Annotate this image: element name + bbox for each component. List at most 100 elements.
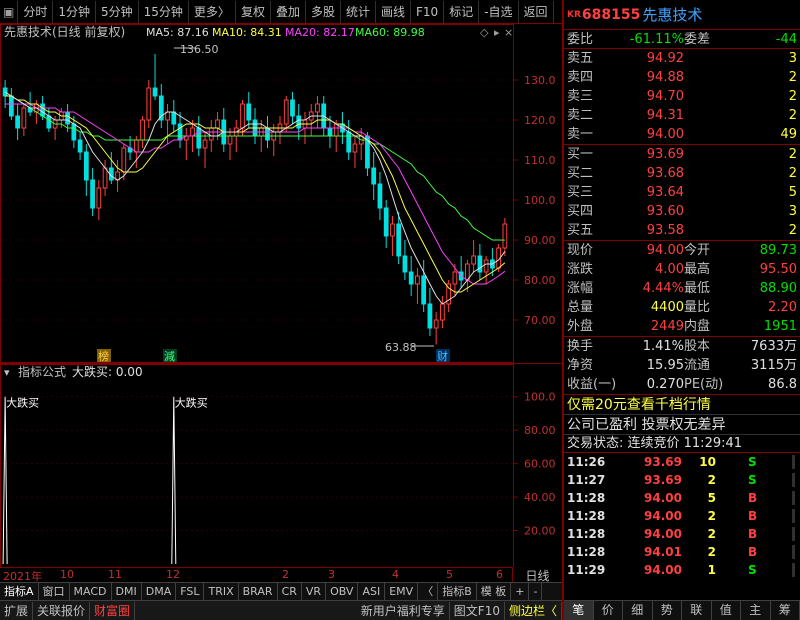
tab-template[interactable]: 模 板 [477, 583, 512, 600]
ask-row[interactable]: 卖二 94.31 2 [564, 106, 800, 125]
quote-tab[interactable]: 势 [653, 601, 682, 620]
tb-fenshi[interactable]: 分时 [18, 0, 54, 23]
period-selector[interactable]: 日线 [512, 567, 562, 583]
tb-1min[interactable]: 1分钟 [53, 0, 96, 23]
quote-tab[interactable]: 价 [594, 601, 623, 620]
trade-volume: 2 [707, 545, 716, 559]
ask-price: 94.31 [646, 108, 684, 123]
tb-5min[interactable]: 5分钟 [96, 0, 139, 23]
marker-cai[interactable]: 财 [437, 349, 448, 363]
ask-row[interactable]: 卖五 94.92 3 [564, 49, 800, 68]
tb-f10[interactable]: F10 [411, 0, 445, 23]
trade-price: 94.00 [644, 563, 682, 577]
tab-remove[interactable]: - [529, 583, 543, 600]
indicator-spike [2, 396, 8, 565]
tb-diejia[interactable]: 叠加 [271, 0, 306, 23]
bid-row[interactable]: 买一 93.69 2 [564, 145, 800, 164]
tab-fsl[interactable]: FSL [176, 583, 205, 600]
quote-tab[interactable]: 值 [712, 601, 741, 620]
ask-label: 卖三 [567, 89, 594, 104]
y-tick-label: 100.0 [524, 194, 556, 207]
ad-banner[interactable]: 仅需20元查看千档行情 [564, 395, 800, 415]
ask-price: 94.70 [646, 89, 684, 104]
quote-tab[interactable]: 细 [623, 601, 653, 620]
tb-huaxian[interactable]: 画线 [376, 0, 412, 23]
quote-tab[interactable]: 主 [741, 601, 771, 620]
bid-row[interactable]: 买三 93.64 5 [564, 183, 800, 202]
btn-related-quotes[interactable]: 关联报价 [33, 601, 91, 620]
menu-grid-icon[interactable]: ▣ [0, 0, 19, 23]
marker-jian[interactable]: 減 [164, 349, 175, 363]
bid-row[interactable]: 买四 93.60 3 [564, 202, 800, 221]
tab-trix[interactable]: TRIX [204, 583, 239, 600]
kline-chart[interactable]: 130.0 120.0 110.0 100.0 90.00 80.00 70.00 100.0… [0, 24, 562, 568]
bid-row[interactable]: 买五 93.58 2 [564, 221, 800, 240]
tb-fuquan[interactable]: 复权 [236, 0, 271, 23]
indicator-expand-icon[interactable]: ▾ [4, 366, 10, 379]
diamond-icon[interactable]: ◇ [480, 26, 489, 39]
close-icon[interactable]: × [504, 26, 513, 39]
stock-name[interactable]: 先惠技术 [642, 4, 702, 25]
quote-tab[interactable]: 联 [682, 601, 712, 620]
expand-icon[interactable]: ▸ [494, 26, 500, 39]
trade-time: 11:26 [567, 455, 606, 469]
stat-value: 94.00 [646, 243, 684, 258]
stats-block: 现价 94.00 今开 89.73 涨跌 4.00 最高 95.50 涨幅 4.44% 最低 88.9… [564, 241, 800, 337]
moving-averages [4, 91, 506, 305]
candle-body [352, 143, 358, 153]
btn-extend[interactable]: 扩展 [0, 601, 34, 620]
ask-price: 94.00 [646, 127, 684, 142]
tab-window[interactable]: 窗口 [39, 583, 70, 600]
stat-label: 外盘 [567, 319, 594, 334]
ma5-legend: MA5: 87.16 [146, 26, 209, 39]
trade-volume: 1 [707, 563, 716, 577]
candle-body [121, 147, 127, 173]
candle-body [102, 167, 108, 189]
time-label: 4 [392, 568, 399, 581]
tab-indicator-b[interactable]: 指标B [438, 583, 477, 600]
time-axis: 2021年 10 11 12 2 3 4 5 6 日线 [0, 567, 562, 583]
ask-row[interactable]: 卖三 94.70 2 [564, 87, 800, 106]
quote-tab[interactable]: 笔 [564, 601, 594, 620]
tab-prev[interactable]: 〈 [418, 583, 439, 600]
tb-more[interactable]: 更多〉 [189, 0, 236, 23]
chart-area[interactable]: 130.0 120.0 110.0 100.0 90.00 80.00 70.00 100.0… [0, 24, 562, 568]
trade-list[interactable]: 11:26 93.69 10 S 11:27 93.69 2 S 11:28 94.00 5 B 11:… [564, 453, 800, 579]
bid-price: 93.64 [646, 185, 684, 200]
marker-bang[interactable]: 榜 [98, 349, 109, 363]
ask-row[interactable]: 卖四 94.88 2 [564, 68, 800, 87]
tab-dmi[interactable]: DMI [112, 583, 142, 600]
candle-body [265, 127, 270, 141]
tab-vr[interactable]: VR [302, 583, 327, 600]
btn-wealth-circle[interactable]: 财富圈 [90, 601, 136, 620]
tb-15min[interactable]: 15分钟 [139, 0, 189, 23]
tab-emv[interactable]: EMV [385, 583, 419, 600]
tab-dma[interactable]: DMA [142, 583, 177, 600]
tb-biaoji[interactable]: 标记 [444, 0, 480, 23]
stat-label: 流通 [684, 358, 711, 373]
ask-row[interactable]: 卖一 94.00 49 [564, 125, 800, 144]
tb-fanhui[interactable]: 返回 [519, 0, 554, 23]
tab-cr[interactable]: CR [278, 583, 302, 600]
tb-duogu[interactable]: 多股 [306, 0, 341, 23]
tab-obv[interactable]: OBV [326, 583, 359, 600]
bid-label: 买五 [567, 223, 594, 238]
stat-label: 最高 [684, 262, 711, 277]
tb-tongji[interactable]: 统计 [341, 0, 376, 23]
tab-add[interactable]: + [511, 583, 530, 600]
tab-brar[interactable]: BRAR [239, 583, 278, 600]
tab-indicator-a[interactable]: 指标A [0, 583, 39, 600]
y-tick-label: 90.00 [524, 234, 556, 247]
btn-sidebar[interactable]: 侧边栏〈 [505, 601, 562, 620]
quote-tab[interactable]: 筹 [771, 601, 800, 620]
tab-macd[interactable]: MACD [70, 583, 112, 600]
bid-row[interactable]: 买二 93.68 2 [564, 164, 800, 183]
indicator-spike [171, 396, 177, 565]
tb-zixuan[interactable]: -自选 [479, 0, 519, 23]
tab-asi[interactable]: ASI [358, 583, 386, 600]
btn-f10-graphic[interactable]: 图文F10 [450, 601, 505, 620]
btn-new-user[interactable]: 新用户福利专享 [357, 601, 450, 620]
stat-value: 1.41% [642, 339, 684, 354]
ask-volume: 2 [788, 89, 797, 104]
trade-row: 11:29 94.00 1 S [564, 561, 800, 579]
